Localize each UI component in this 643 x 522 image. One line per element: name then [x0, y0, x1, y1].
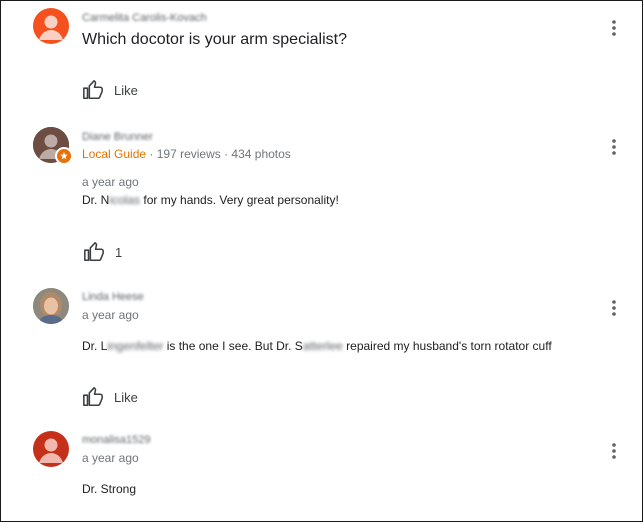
redacted-text: atterlee: [302, 339, 343, 353]
photo-count: 434 photos: [231, 147, 291, 161]
author-name[interactable]: Carmelita Carolis-Kovach: [82, 12, 207, 24]
thumbs-up-icon: [84, 242, 104, 262]
person-icon: [39, 15, 63, 40]
timestamp: a year ago: [82, 308, 139, 322]
post-text: Dr. Nicolas for my hands. Very great per…: [82, 193, 339, 207]
review-count: 197 reviews: [156, 147, 221, 161]
timestamp: a year ago: [82, 175, 139, 189]
like-button[interactable]: Like: [82, 78, 138, 102]
post-text: Dr. Strong: [82, 482, 137, 496]
more-vert-icon: [612, 443, 616, 459]
author-name[interactable]: monalisa1529: [82, 434, 151, 446]
author-name[interactable]: Linda Heese: [82, 291, 144, 303]
redacted-text: ingenfelter: [107, 339, 164, 353]
like-label: Like: [114, 82, 138, 98]
timestamp: a year ago: [82, 451, 139, 465]
like-label: Like: [114, 389, 138, 405]
thumbs-up-icon: [83, 80, 103, 100]
more-options-button[interactable]: [602, 16, 626, 40]
text-segment: Dr. L: [82, 339, 108, 353]
like-button[interactable]: 1: [83, 240, 122, 264]
post-text: Which docotor is your arm specialist?: [82, 31, 347, 48]
local-guide-badge-icon: [55, 147, 73, 165]
like-count: 1: [115, 244, 123, 260]
separator: ·: [220, 147, 232, 161]
avatar[interactable]: [33, 8, 69, 44]
text-segment: for my hands. Very great personality!: [140, 193, 339, 207]
person-icon: [39, 438, 63, 463]
like-button[interactable]: Like: [82, 385, 138, 409]
profile-photo-icon: [33, 288, 69, 324]
more-vert-icon: [612, 139, 616, 155]
more-vert-icon: [612, 20, 616, 36]
more-options-button[interactable]: [602, 135, 626, 159]
local-guide-label[interactable]: Local Guide: [82, 147, 146, 161]
author-name[interactable]: Diane Brunner: [82, 131, 153, 143]
thumbs-up-icon: [83, 387, 103, 407]
author-stats: Local Guide · 197 reviews · 434 photos: [82, 147, 291, 161]
more-options-button[interactable]: [602, 439, 626, 463]
more-options-button[interactable]: [602, 296, 626, 320]
text-segment: Dr. N: [82, 193, 110, 207]
separator: ·: [146, 147, 157, 161]
post-text: Dr. Lingenfelter is the one I see. But D…: [82, 339, 552, 353]
avatar[interactable]: [33, 288, 69, 324]
text-segment: is the one I see. But Dr. S: [163, 339, 303, 353]
avatar[interactable]: [33, 127, 73, 165]
more-vert-icon: [612, 300, 616, 316]
text-segment: repaired my husband's torn rotator cuff: [342, 339, 552, 353]
avatar[interactable]: [33, 431, 69, 467]
redacted-text: icolas: [109, 193, 141, 207]
